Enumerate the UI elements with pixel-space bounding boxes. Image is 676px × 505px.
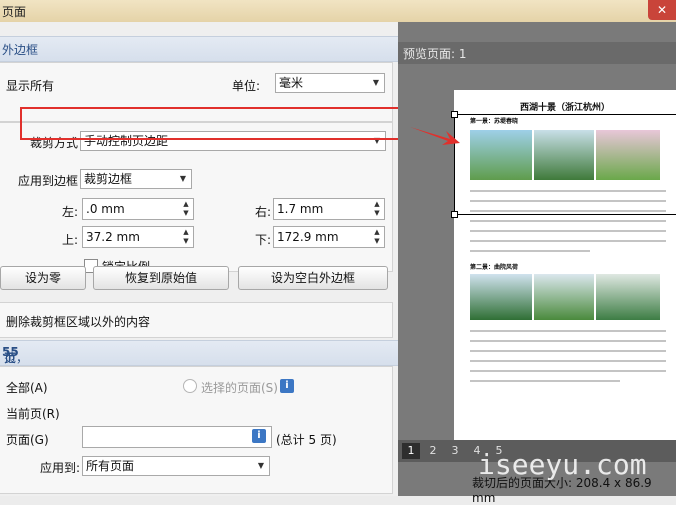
- range-group: 全部(A) 选择的页面(S) i 当前页(R) 页面(G) i (总计 5 页)…: [0, 366, 393, 494]
- show-all-label: 显示所有: [6, 79, 55, 93]
- range-section-header: 范围: 选中 5 页，共 5 页: [0, 340, 398, 416]
- page-number-1[interactable]: 1: [402, 443, 420, 459]
- bottom-margin-label: 下:: [255, 233, 272, 247]
- red-pointer-arrow-icon: [410, 127, 460, 145]
- apply-to-label: 应用到:: [40, 461, 81, 475]
- photo-6: [596, 274, 660, 320]
- text-line: [470, 190, 666, 192]
- delete-outside-label[interactable]: 删除裁剪框区域以外的内容: [6, 313, 150, 330]
- apply-to-box-label: 应用到边框: [18, 174, 79, 188]
- preview-panel: 预览页面: 1 西湖十景（浙江杭州） 第一景：苏堤春晓 第二景：曲院风荷 1 2…: [398, 22, 676, 505]
- close-icon: ✕: [656, 3, 668, 17]
- preview-title: 预览页面: 1: [403, 47, 467, 61]
- info-icon[interactable]: i: [252, 429, 266, 443]
- crop-box-top: [454, 114, 676, 115]
- text-line: [470, 370, 666, 372]
- left-margin-value: .0 mm: [86, 202, 125, 216]
- text-line: [470, 350, 666, 352]
- set-blank-margin-button[interactable]: 设为空白外边框: [238, 266, 388, 290]
- text-line: [470, 360, 666, 362]
- left-margin-label: 左:: [62, 205, 79, 219]
- bottom-margin-input[interactable]: 172.9 mm ▲ ▼: [273, 226, 385, 248]
- spinner-icon[interactable]: ▲ ▼: [372, 200, 382, 218]
- photo-3: [596, 130, 660, 180]
- delete-outside-group: 删除裁剪框区域以外的内容: [0, 302, 393, 338]
- pages-input[interactable]: [82, 426, 272, 448]
- crop-handle[interactable]: [451, 211, 458, 218]
- close-button[interactable]: ✕: [648, 0, 676, 20]
- apply-to-box-value: 裁剪边框: [84, 172, 133, 186]
- text-line: [470, 330, 666, 332]
- spinner-icon[interactable]: ▲ ▼: [181, 200, 191, 218]
- right-margin-label: 右:: [255, 205, 272, 219]
- page-number-2[interactable]: 2: [424, 443, 442, 459]
- top-margin-value: 37.2 mm: [86, 230, 140, 244]
- title-bar: 页面 ✕: [0, 0, 676, 23]
- chevron-down-icon: ▼: [179, 174, 187, 183]
- page-number-3[interactable]: 3: [446, 443, 464, 459]
- range-suffix: 页: [4, 351, 17, 365]
- doc-section-2: 第二景：曲院风荷: [470, 264, 519, 271]
- range-section-title: 范围: 选中 5 页，共 5 页: [2, 345, 28, 416]
- spinner-icon[interactable]: ▲ ▼: [372, 228, 382, 246]
- selected-pages-label[interactable]: 选择的页面(S): [201, 379, 278, 396]
- pages-label: 页面(G): [6, 433, 49, 447]
- text-line: [470, 220, 666, 222]
- bottom-margin-value: 172.9 mm: [277, 230, 339, 244]
- crop-mode-highlight: [20, 107, 401, 140]
- photo-4: [470, 274, 532, 320]
- margins-section-header: 外边框: [0, 36, 398, 62]
- photo-2: [534, 130, 594, 180]
- range-all-label[interactable]: 全部(A): [6, 379, 48, 396]
- doc-section-1: 第一景：苏堤春晓: [470, 118, 519, 125]
- text-line: [470, 210, 666, 212]
- photo-1: [470, 130, 532, 180]
- apply-to-value: 所有页面: [86, 459, 135, 473]
- top-margin-input[interactable]: 37.2 mm ▲ ▼: [82, 226, 194, 248]
- crop-settings-panel: 外边框 显示所有 单位: 毫米 ▼ 裁剪方式 手动控制页边距 ▼ 应用到边框 裁…: [0, 22, 398, 496]
- crop-handle[interactable]: [451, 111, 458, 118]
- left-margin-input[interactable]: .0 mm ▲ ▼: [82, 198, 194, 220]
- right-margin-input[interactable]: 1.7 mm ▲ ▼: [273, 198, 385, 220]
- photo-5: [534, 274, 594, 320]
- crop-mode-group: 裁剪方式 手动控制页边距 ▼ 应用到边框 裁剪边框 ▼ 左: .0 mm ▲ ▼ …: [0, 122, 393, 273]
- revert-button[interactable]: 恢复到原始值: [93, 266, 229, 290]
- doc-title: 西湖十景（浙江杭州）: [519, 103, 610, 113]
- text-line: [470, 200, 666, 202]
- pages-total-text: (总计 5 页): [276, 433, 337, 447]
- margins-section-title: 外边框: [2, 43, 39, 57]
- preview-page: 西湖十景（浙江杭州） 第一景：苏堤春晓 第二景：曲院风荷: [451, 90, 676, 456]
- current-page-label[interactable]: 当前页(R): [6, 405, 60, 422]
- text-line: [470, 340, 666, 342]
- text-line: [470, 250, 590, 252]
- text-line: [470, 380, 620, 382]
- unit-value: 毫米: [279, 76, 304, 90]
- apply-to-box-select[interactable]: 裁剪边框 ▼: [80, 169, 192, 189]
- preview-header: 预览页面: 1: [398, 42, 676, 64]
- chevron-down-icon: ▼: [257, 461, 265, 470]
- spinner-icon[interactable]: ▲ ▼: [181, 228, 191, 246]
- info-icon[interactable]: i: [280, 379, 294, 393]
- crop-box-bottom: [454, 214, 676, 215]
- top-margin-label: 上:: [62, 233, 79, 247]
- selected-pages-radio[interactable]: [183, 379, 197, 393]
- apply-to-select[interactable]: 所有页面 ▼: [82, 456, 270, 476]
- right-margin-value: 1.7 mm: [277, 202, 324, 216]
- text-line: [470, 240, 666, 242]
- window-title: 页面: [2, 5, 27, 19]
- chevron-down-icon: ▼: [372, 78, 380, 87]
- watermark: iseeyu.com: [478, 448, 647, 481]
- unit-label: 单位:: [232, 79, 261, 93]
- set-zero-button[interactable]: 设为零: [0, 266, 86, 290]
- unit-select[interactable]: 毫米 ▼: [275, 73, 385, 93]
- text-line: [470, 230, 666, 232]
